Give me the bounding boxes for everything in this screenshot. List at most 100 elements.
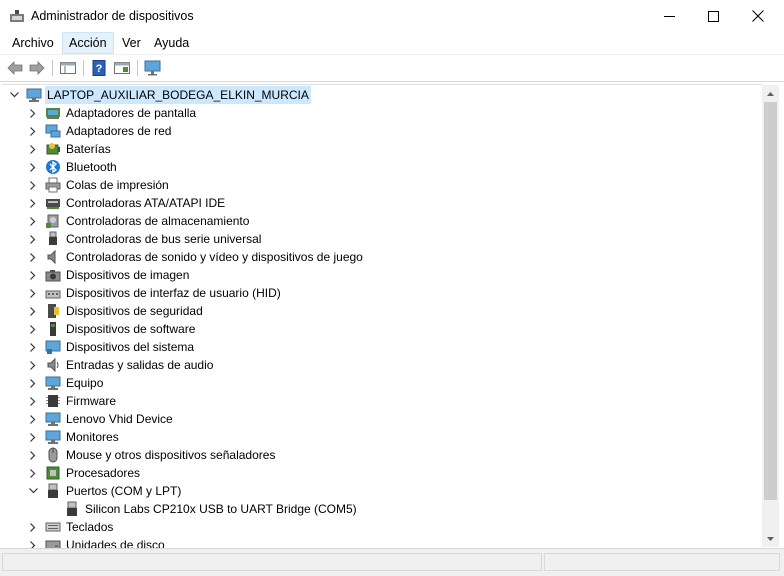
chevron-right-icon[interactable] (27, 392, 39, 410)
back-button[interactable] (6, 59, 24, 77)
chevron-right-icon[interactable] (27, 194, 39, 212)
usb-icon (45, 231, 61, 247)
toolbar-separator (137, 60, 138, 76)
action-pane-icon (114, 62, 130, 74)
audio-io-icon (45, 357, 61, 373)
chevron-right-icon[interactable] (27, 464, 39, 482)
chevron-right-icon[interactable] (27, 374, 39, 392)
chevron-right-icon[interactable] (27, 320, 39, 338)
chevron-right-icon[interactable] (27, 302, 39, 320)
scroll-thumb[interactable] (764, 102, 777, 500)
bluetooth-icon (45, 159, 61, 175)
chevron-down-icon[interactable] (27, 482, 39, 500)
device-manager-icon (9, 9, 25, 23)
chevron-right-icon[interactable] (27, 536, 39, 548)
scroll-down-button[interactable] (762, 530, 779, 547)
keyboard-icon (45, 519, 61, 535)
chevron-up-icon (767, 91, 774, 96)
chevron-right-icon[interactable] (27, 158, 39, 176)
tree-category-label: Entradas y salidas de audio (66, 358, 214, 372)
chevron-right-icon[interactable] (27, 428, 39, 446)
console-tree-icon (60, 62, 76, 74)
chevron-right-icon[interactable] (27, 140, 39, 158)
software-device-icon (45, 321, 61, 337)
scroll-up-button[interactable] (762, 85, 779, 102)
chevron-right-icon[interactable] (27, 446, 39, 464)
tree-category-label: Baterías (66, 142, 111, 156)
title-bar[interactable]: Administrador de dispositivos (0, 0, 784, 32)
speaker-icon (45, 249, 61, 265)
scan-hardware-button[interactable] (144, 59, 162, 77)
chevron-right-icon[interactable] (27, 104, 39, 122)
chevron-right-icon[interactable] (27, 212, 39, 230)
tree-category-label: Mouse y otros dispositivos señaladores (66, 448, 276, 462)
close-button[interactable] (735, 0, 781, 32)
window-title: Administrador de dispositivos (31, 9, 194, 23)
maximize-icon (707, 10, 719, 22)
menu-ayuda[interactable]: Ayuda (148, 32, 195, 54)
scan-monitor-icon (144, 60, 161, 76)
toolbar-separator (83, 60, 84, 76)
tree-category-label: Dispositivos de imagen (66, 268, 190, 282)
chevron-right-icon[interactable] (27, 338, 39, 356)
tree-category-label: Controladoras ATA/ATAPI IDE (66, 196, 226, 210)
tree-category-label: Controladoras de almacenamiento (66, 214, 250, 228)
chevron-right-icon[interactable] (27, 356, 39, 374)
tree-category-label: Dispositivos de interfaz de usuario (HID… (66, 286, 281, 300)
chevron-right-icon[interactable] (27, 266, 39, 284)
menu-archivo[interactable]: Archivo (6, 32, 60, 54)
help-button[interactable]: ? (90, 59, 108, 77)
security-key-icon (45, 303, 61, 319)
forward-button[interactable] (28, 59, 46, 77)
help-icon: ? (92, 60, 106, 76)
tree-category-label: Procesadores (66, 466, 141, 480)
camera-icon (45, 267, 61, 283)
processor-icon (45, 465, 61, 481)
close-icon (752, 10, 764, 22)
chevron-right-icon[interactable] (27, 518, 39, 536)
status-cell-main (2, 553, 542, 571)
tree-category-label: Lenovo Vhid Device (66, 412, 173, 426)
computer-icon (26, 87, 42, 103)
chevron-down-icon (767, 536, 774, 541)
tree-category-label: Unidades de disco (66, 538, 165, 548)
ide-controller-icon (45, 195, 61, 211)
menu-bar: Archivo Acción Ver Ayuda (0, 32, 784, 55)
status-bar (0, 548, 784, 576)
chevron-right-icon[interactable] (27, 284, 39, 302)
action-pane-button[interactable] (113, 59, 131, 77)
hid-icon (45, 285, 61, 301)
tree-device-label: Silicon Labs CP210x USB to UART Bridge (… (85, 502, 357, 516)
device-tree[interactable]: LAPTOP_AUXILIAR_BODEGA_ELKIN_MURCIA Adap… (2, 84, 762, 548)
chevron-right-icon[interactable] (27, 176, 39, 194)
firmware-icon (45, 393, 61, 409)
tree-category-label: Adaptadores de red (66, 124, 172, 138)
tree-category-label: Dispositivos de seguridad (66, 304, 203, 318)
chevron-down-icon[interactable] (8, 86, 20, 104)
disk-drive-icon (45, 537, 61, 548)
tree-category-label: Controladoras de sonido y vídeo y dispos… (66, 250, 363, 264)
chevron-right-icon[interactable] (27, 122, 39, 140)
arrow-right-icon (29, 61, 45, 75)
display-adapter-icon (45, 105, 61, 121)
chevron-right-icon[interactable] (27, 410, 39, 428)
chevron-right-icon[interactable] (27, 248, 39, 266)
tree-category-label: Colas de impresión (66, 178, 169, 192)
status-cell-secondary (544, 553, 780, 571)
tree-category-label: Firmware (66, 394, 116, 408)
storage-controller-icon (45, 213, 61, 229)
computer-icon (45, 375, 61, 391)
tree-category-label: Dispositivos de software (66, 322, 196, 336)
toolbar: ? (0, 55, 784, 82)
minimize-button[interactable] (646, 0, 692, 32)
tree-category-label: Bluetooth (66, 160, 117, 174)
maximize-button[interactable] (690, 0, 736, 32)
network-adapter-icon (45, 123, 61, 139)
chevron-right-icon[interactable] (27, 230, 39, 248)
menu-accion[interactable]: Acción (62, 32, 114, 54)
vertical-scrollbar[interactable] (762, 85, 779, 547)
tree-category-label: Teclados (66, 520, 114, 534)
properties-view-button[interactable] (59, 59, 77, 77)
menu-ver[interactable]: Ver (116, 32, 147, 54)
battery-icon (45, 141, 61, 157)
